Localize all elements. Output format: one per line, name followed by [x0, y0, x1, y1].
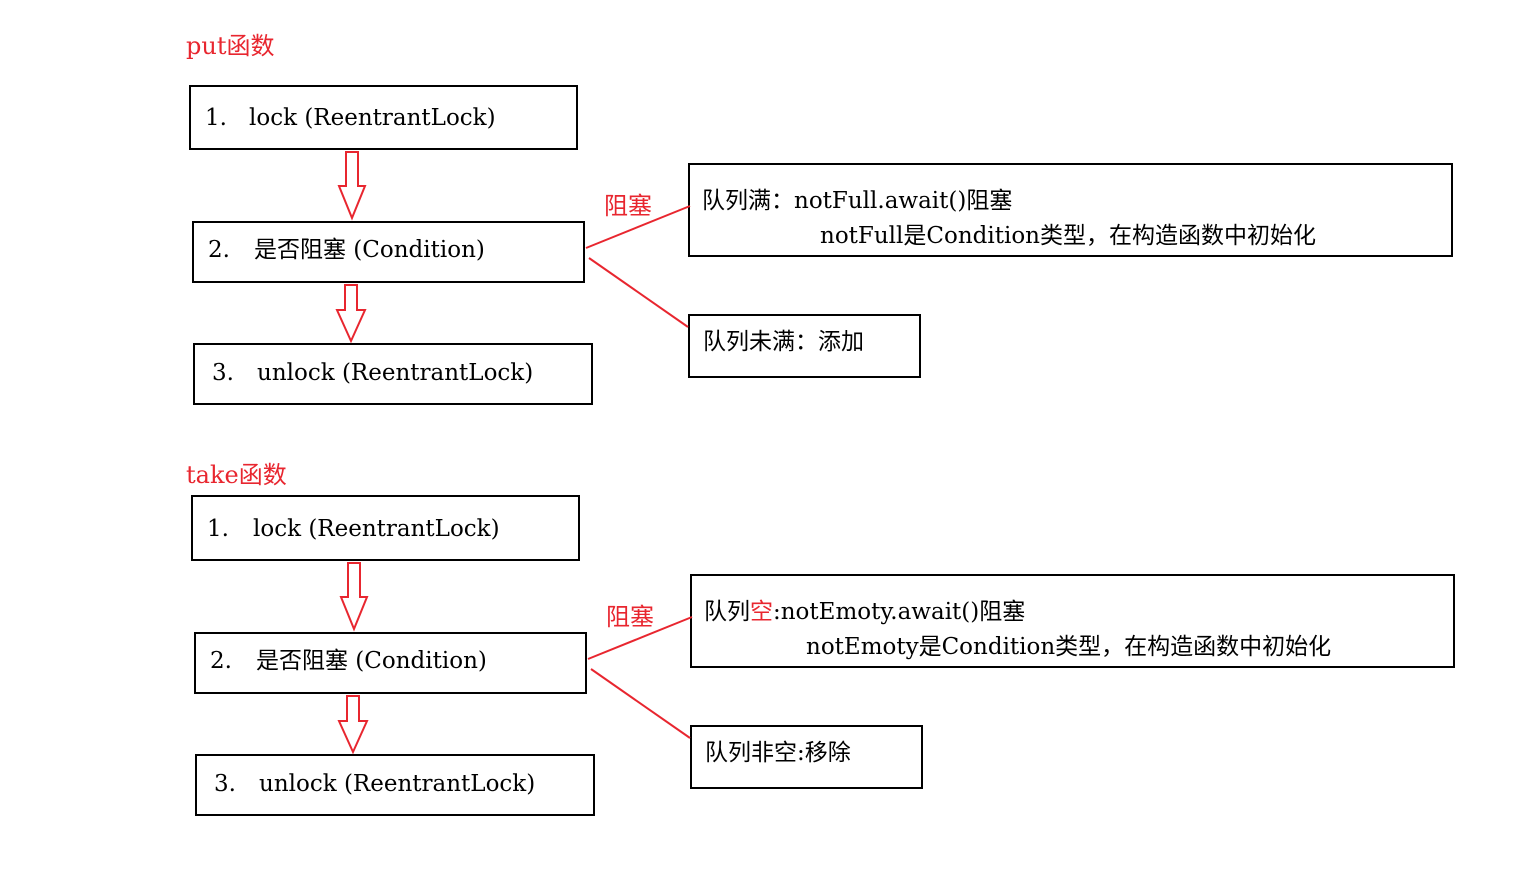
- take-arrow-2-3: [337, 695, 369, 755]
- put-arrow-2-3: [335, 284, 367, 344]
- put-line-to-not-full: [588, 257, 689, 328]
- take-line-to-not-empty: [590, 668, 691, 739]
- take-arrow-1-2: [339, 562, 369, 632]
- put-arrow-1-2: [337, 151, 367, 221]
- connectors-layer: [335, 151, 693, 755]
- put-line-to-full: [585, 205, 691, 249]
- take-line-to-empty: [587, 616, 693, 660]
